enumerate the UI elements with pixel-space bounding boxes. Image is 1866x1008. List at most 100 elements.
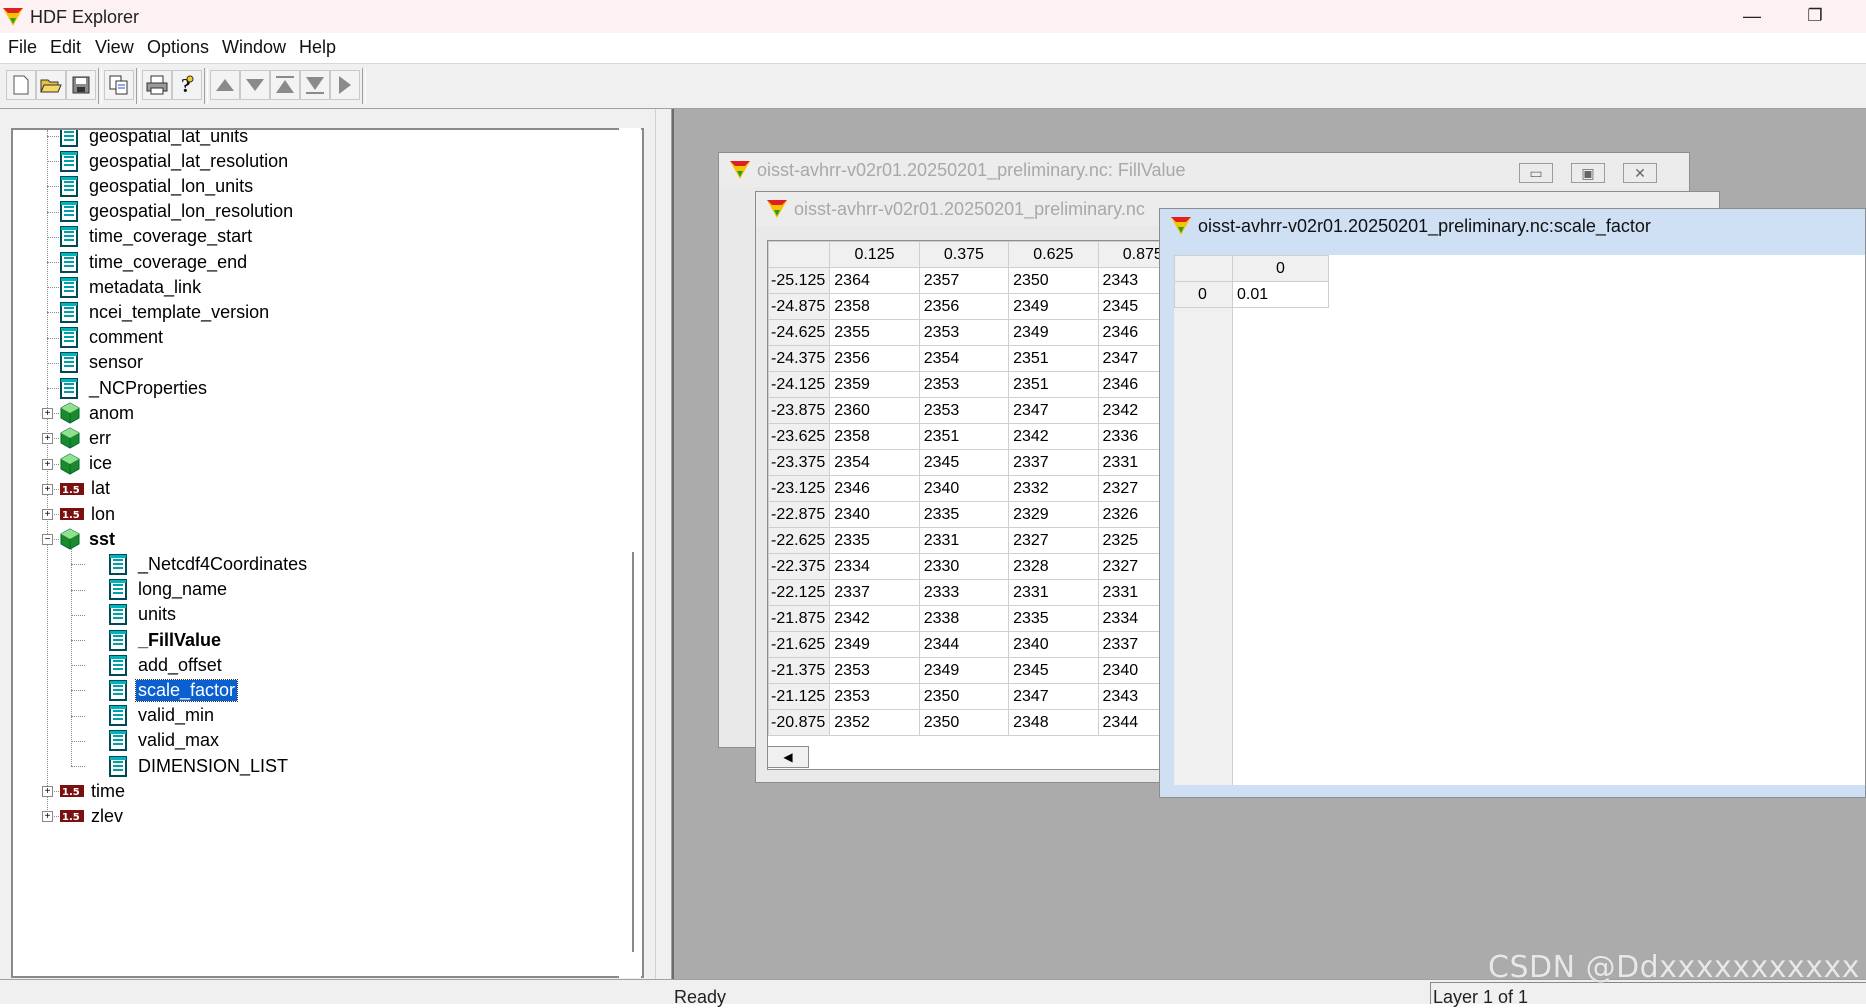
scale-col-header[interactable]: 0: [1232, 255, 1329, 282]
tree-item-geospatial-lon-resolution[interactable]: geospatial_lon_resolution: [60, 198, 295, 226]
grid-cell[interactable]: 2335: [918, 501, 1010, 528]
new-button[interactable]: [6, 70, 36, 100]
print-button[interactable]: [142, 70, 172, 100]
expand-icon[interactable]: +: [42, 408, 53, 420]
open-button[interactable]: [36, 70, 66, 100]
grid-row-header[interactable]: -21.375: [768, 657, 831, 684]
grid-cell[interactable]: 2345: [918, 449, 1010, 476]
grid-row-header[interactable]: -24.625: [768, 319, 831, 346]
menu-view[interactable]: View: [95, 37, 134, 58]
arrow-top-button[interactable]: [270, 70, 300, 100]
tree-item-long-name[interactable]: long_name: [109, 576, 229, 604]
tree-item-geospatial-lon-units[interactable]: geospatial_lon_units: [60, 172, 255, 200]
tree-item-dimension-list[interactable]: DIMENSION_LIST: [109, 752, 290, 780]
scale-grid-viewport[interactable]: 0 0 0.01: [1174, 255, 1865, 785]
panel-splitter[interactable]: [655, 109, 672, 979]
grid-row-header[interactable]: -21.625: [768, 631, 831, 658]
fillvalue-close-button[interactable]: ✕: [1623, 163, 1657, 183]
grid-cell[interactable]: 2358: [829, 423, 920, 450]
grid-row-header[interactable]: -23.625: [768, 423, 831, 450]
grid-cell[interactable]: 2349: [1008, 293, 1099, 320]
grid-cell[interactable]: 2347: [1008, 683, 1099, 710]
grid-cell[interactable]: 2353: [918, 319, 1010, 346]
tree-item-sst[interactable]: sst: [60, 525, 117, 553]
tree-item-err[interactable]: err: [60, 424, 113, 452]
menu-help[interactable]: Help: [299, 37, 336, 58]
grid-cell[interactable]: 2351: [918, 423, 1010, 450]
grid-cell[interactable]: 2350: [918, 683, 1010, 710]
scale-grid[interactable]: 0 0 0.01: [1174, 255, 1329, 308]
copy-button[interactable]: [104, 70, 134, 100]
grid-cell[interactable]: 2332: [1008, 475, 1099, 502]
grid-row-header[interactable]: -22.625: [768, 527, 831, 554]
grid-cell[interactable]: 2333: [918, 579, 1010, 606]
menu-file[interactable]: File: [8, 37, 37, 58]
grid-cell[interactable]: 2346: [829, 475, 920, 502]
save-button[interactable]: [66, 70, 96, 100]
menu-window[interactable]: Window: [222, 37, 286, 58]
help-button[interactable]: ?: [172, 70, 202, 100]
grid-scroll-left-button[interactable]: ◀: [767, 746, 809, 768]
grid-column-header[interactable]: 0.375: [918, 241, 1010, 268]
expand-icon[interactable]: +: [42, 483, 53, 495]
tree-item-lon[interactable]: 1.5 lon: [60, 500, 117, 528]
grid-cell[interactable]: 2360: [829, 397, 920, 424]
grid-cell[interactable]: 2351: [1008, 371, 1099, 398]
tree-item-time-coverage-start[interactable]: time_coverage_start: [60, 223, 254, 251]
grid-cell[interactable]: 2342: [1008, 423, 1099, 450]
grid-cell[interactable]: 2356: [918, 293, 1010, 320]
arrow-up-button[interactable]: [210, 70, 240, 100]
expand-icon[interactable]: +: [42, 433, 53, 445]
scale-factor-window-caption[interactable]: oisst-avhrr-v02r01.20250201_preliminary.…: [1160, 209, 1865, 243]
tree-item-time-coverage-end[interactable]: time_coverage_end: [60, 248, 249, 276]
grid-cell[interactable]: 2337: [829, 579, 920, 606]
arrow-bottom-button[interactable]: [300, 70, 330, 100]
tree-item-geospatial-lat-resolution[interactable]: geospatial_lat_resolution: [60, 147, 290, 175]
grid-cell[interactable]: 2335: [1008, 605, 1099, 632]
grid-row-header[interactable]: -23.875: [768, 397, 831, 424]
grid-cell[interactable]: 2327: [1008, 527, 1099, 554]
expand-icon[interactable]: +: [42, 786, 53, 798]
grid-cell[interactable]: 2349: [1008, 319, 1099, 346]
grid-cell[interactable]: 2352: [829, 709, 920, 736]
grid-cell[interactable]: 2338: [918, 605, 1010, 632]
tree-item-ice[interactable]: ice: [60, 450, 114, 478]
tree-item-fillvalue[interactable]: _FillValue: [109, 626, 223, 654]
grid-cell[interactable]: 2355: [829, 319, 920, 346]
grid-cell[interactable]: 2330: [918, 553, 1010, 580]
grid-cell[interactable]: 2344: [918, 631, 1010, 658]
grid-cell[interactable]: 2328: [1008, 553, 1099, 580]
scale-row-header[interactable]: 0: [1174, 281, 1233, 308]
grid-cell[interactable]: 2340: [918, 475, 1010, 502]
grid-cell[interactable]: 2331: [1008, 579, 1099, 606]
arrow-down-button[interactable]: [240, 70, 270, 100]
tree-item-netcdf4coordinates[interactable]: _Netcdf4Coordinates: [109, 550, 309, 578]
grid-cell[interactable]: 2357: [918, 267, 1010, 294]
grid-cell[interactable]: 2354: [918, 345, 1010, 372]
tree-item-add-offset[interactable]: add_offset: [109, 651, 224, 679]
tree-item-anom[interactable]: anom: [60, 399, 136, 427]
grid-row-header[interactable]: -23.375: [768, 449, 831, 476]
grid-row-header[interactable]: -22.875: [768, 501, 831, 528]
grid-cell[interactable]: 2353: [829, 657, 920, 684]
grid-row-header[interactable]: -24.375: [768, 345, 831, 372]
grid-cell[interactable]: 2351: [1008, 345, 1099, 372]
grid-cell[interactable]: 2349: [829, 631, 920, 658]
grid-cell[interactable]: 2337: [1008, 449, 1099, 476]
grid-row-header[interactable]: -24.125: [768, 371, 831, 398]
tree-item-time[interactable]: 1.5 time: [60, 777, 127, 805]
expand-icon[interactable]: +: [42, 509, 53, 520]
grid-cell[interactable]: 2342: [829, 605, 920, 632]
fillvalue-minimize-button[interactable]: ▭: [1519, 163, 1553, 183]
tree-item-metadata-link[interactable]: metadata_link: [60, 273, 203, 301]
grid-cell[interactable]: 2350: [918, 709, 1010, 736]
tree-view[interactable]: geospatial_lat_units geospatial_lat_resol…: [11, 128, 644, 978]
grid-row-header[interactable]: -20.875: [768, 709, 831, 736]
minimize-button[interactable]: —: [1732, 2, 1772, 30]
expand-icon[interactable]: +: [42, 811, 53, 823]
tree-item-ncei-template-version[interactable]: ncei_template_version: [60, 298, 271, 326]
grid-column-header[interactable]: 0.625: [1008, 241, 1099, 268]
menu-edit[interactable]: Edit: [50, 37, 81, 58]
grid-row-header[interactable]: -21.875: [768, 605, 831, 632]
collapse-icon[interactable]: −: [42, 534, 53, 546]
